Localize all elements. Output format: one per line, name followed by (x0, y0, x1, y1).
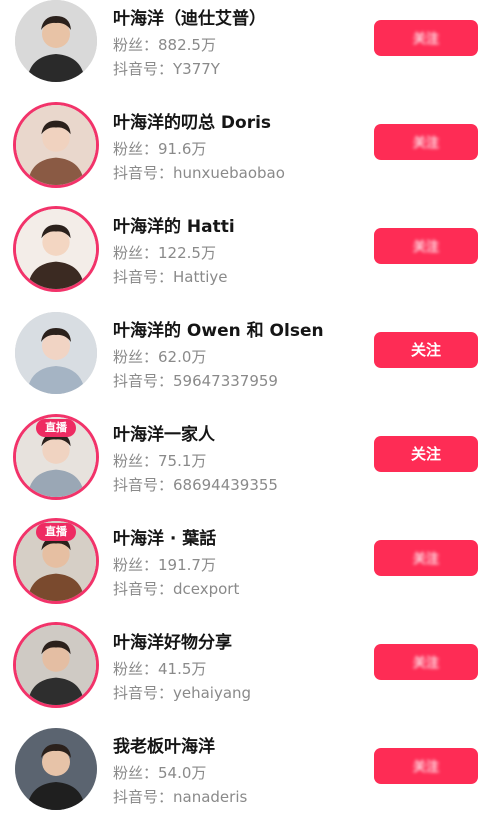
follow-button-label: 关注 (412, 136, 439, 151)
man-at-table-avatar[interactable] (13, 622, 99, 708)
follow-button[interactable]: 关注 (374, 332, 478, 368)
account-row[interactable]: 叶海洋（迪仕艾普） 粉丝：882.5万 抖音号：Y377Y 关注 (0, 0, 494, 98)
follow-button[interactable]: 关注 (374, 436, 478, 472)
douyin-id: 抖音号：68694439355 (113, 476, 278, 494)
avatar-container[interactable] (13, 726, 99, 812)
douyin-id: 抖音号：Hattiye (113, 268, 228, 286)
fans-count: 粉丝：75.1万 (113, 452, 207, 470)
follow-button-label: 关注 (412, 240, 439, 255)
account-row[interactable]: 叶海洋的 Hatti 粉丝：122.5万 抖音号：Hattiye 关注 (0, 202, 494, 306)
follow-button-label: 关注 (412, 656, 439, 671)
avatar-container[interactable]: 直播 (13, 518, 99, 604)
account-name[interactable]: 叶海洋（迪仕艾普） (113, 4, 266, 29)
fans-count: 粉丝：54.0万 (113, 764, 207, 782)
account-row[interactable]: 叶海洋好物分享 粉丝：41.5万 抖音号：yehaiyang 关注 (0, 618, 494, 722)
fans-count: 粉丝：91.6万 (113, 140, 207, 158)
avatar-container[interactable] (13, 0, 99, 84)
follow-button-label: 关注 (410, 341, 441, 359)
douyin-id: 抖音号：nanaderis (113, 788, 248, 806)
account-row[interactable]: 直播 叶海洋 · 葉話 粉丝：191.7万 抖音号：dcexport 关注 (0, 514, 494, 618)
follow-button[interactable]: 关注 (374, 644, 478, 680)
follow-button[interactable]: 关注 (374, 748, 478, 784)
account-row[interactable]: 叶海洋的 Owen 和 Olsen 粉丝：62.0万 抖音号：596473379… (0, 306, 494, 410)
twin-babies-avatar[interactable] (15, 312, 97, 394)
account-name[interactable]: 叶海洋的 Hatti (113, 212, 235, 237)
man-suit-avatar[interactable] (15, 728, 97, 810)
follow-button-label: 关注 (412, 32, 439, 47)
live-badge: 直播 (36, 419, 76, 437)
douyin-id: 抖音号：59647337959 (113, 372, 278, 390)
avatar-container[interactable]: 直播 (13, 414, 99, 500)
account-name[interactable]: 叶海洋的叨总 Doris (113, 108, 271, 133)
man-black-shirt-avatar[interactable] (15, 0, 97, 82)
follow-button-label: 关注 (412, 760, 439, 775)
account-name[interactable]: 我老板叶海洋 (113, 732, 215, 757)
fans-count: 粉丝：122.5万 (113, 244, 216, 262)
avatar-container[interactable] (13, 102, 99, 188)
live-badge: 直播 (36, 523, 76, 541)
follow-button[interactable]: 关注 (374, 124, 478, 160)
account-list: 叶海洋（迪仕艾普） 粉丝：882.5万 抖音号：Y377Y 关注 叶海洋的叨总 … (0, 0, 494, 826)
account-name[interactable]: 叶海洋好物分享 (113, 628, 232, 653)
douyin-id: 抖音号：yehaiyang (113, 684, 252, 702)
account-name[interactable]: 叶海洋的 Owen 和 Olsen (113, 316, 324, 341)
account-row[interactable]: 叶海洋的叨总 Doris 粉丝：91.6万 抖音号：hunxuebaobao 关… (0, 98, 494, 202)
avatar-container[interactable] (13, 622, 99, 708)
fans-count: 粉丝：191.7万 (113, 556, 216, 574)
fans-count: 粉丝：41.5万 (113, 660, 207, 678)
follow-button[interactable]: 关注 (374, 228, 478, 264)
fans-count: 粉丝：62.0万 (113, 348, 207, 366)
follow-button[interactable]: 关注 (374, 540, 478, 576)
toddler-avatar[interactable] (13, 206, 99, 292)
account-row[interactable]: 我老板叶海洋 粉丝：54.0万 抖音号：nanaderis 关注 (0, 722, 494, 826)
avatar-container[interactable] (13, 206, 99, 292)
avatar-container[interactable] (13, 310, 99, 396)
follow-button-label: 关注 (410, 445, 441, 463)
woman-with-child-avatar[interactable] (13, 102, 99, 188)
account-name[interactable]: 叶海洋一家人 (113, 420, 215, 445)
douyin-id: 抖音号：dcexport (113, 580, 240, 598)
follow-button[interactable]: 关注 (374, 20, 478, 56)
account-name[interactable]: 叶海洋 · 葉話 (113, 524, 216, 549)
account-row[interactable]: 直播 叶海洋一家人 粉丝：75.1万 抖音号：68694439355 关注 (0, 410, 494, 514)
douyin-id: 抖音号：Y377Y (113, 60, 220, 78)
follow-button-label: 关注 (412, 552, 439, 567)
douyin-id: 抖音号：hunxuebaobao (113, 164, 285, 182)
fans-count: 粉丝：882.5万 (113, 36, 216, 54)
